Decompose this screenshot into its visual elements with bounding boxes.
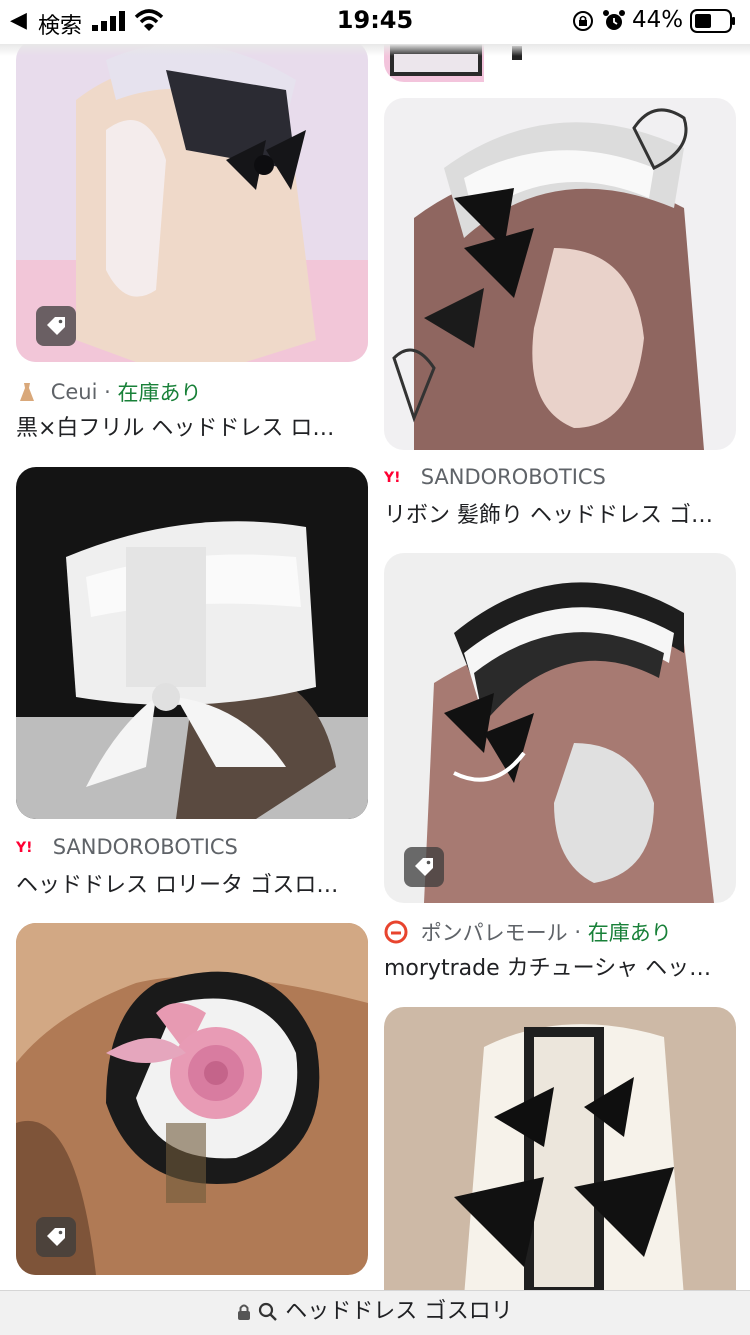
result-image[interactable] (16, 467, 368, 819)
dress-icon (20, 383, 34, 401)
ponpare-icon (384, 920, 408, 944)
headdress-photo-black-ribbon (384, 98, 736, 450)
product-tag-icon (404, 847, 444, 887)
rotation-lock-icon (573, 11, 593, 31)
status-bar-shadow (0, 44, 750, 56)
result-title[interactable]: リボン 髪飾り ヘッドドレス ゴ… (384, 497, 736, 529)
result-title[interactable]: morytrade カチューシャ ヘッ… (384, 950, 736, 982)
svg-text:Y!: Y! (16, 840, 33, 856)
headdress-photo-cream-lace (384, 1007, 736, 1297)
yahoo-icon: Y! (16, 840, 33, 856)
result-title[interactable]: 黒×白フリル ヘッドドレス ロ… (16, 410, 368, 442)
battery-icon (690, 9, 735, 33)
result-title[interactable]: ヘッドドレス ロリータ ゴスロ… (16, 867, 368, 899)
search-icon (259, 1302, 278, 1321)
result-image[interactable] (384, 98, 736, 450)
alarm-icon (603, 10, 625, 30)
product-tag-icon (36, 306, 76, 346)
yahoo-icon: Y! (384, 470, 401, 486)
result-source[interactable]: Y! SANDOROBOTICS (384, 464, 736, 494)
lock-icon (238, 1304, 251, 1320)
result-source[interactable]: Ceui · 在庫あり (16, 377, 368, 407)
result-image[interactable] (384, 1007, 736, 1297)
product-tag-icon (36, 1217, 76, 1257)
result-source[interactable]: Y! SANDOROBOTICS (16, 834, 368, 864)
search-query[interactable]: ヘッドドレス ゴスロリ (285, 1299, 512, 1324)
address-bar[interactable]: ヘッドドレス ゴスロリ (0, 1290, 750, 1335)
result-source[interactable]: ポンパレモール · 在庫あり (384, 917, 736, 947)
status-bar: ◀ 検索 19:45 44% (0, 0, 750, 44)
battery-percent: 44% (632, 7, 684, 33)
svg-text:Y!: Y! (384, 470, 401, 486)
headdress-photo-white-bonnet (16, 467, 368, 819)
